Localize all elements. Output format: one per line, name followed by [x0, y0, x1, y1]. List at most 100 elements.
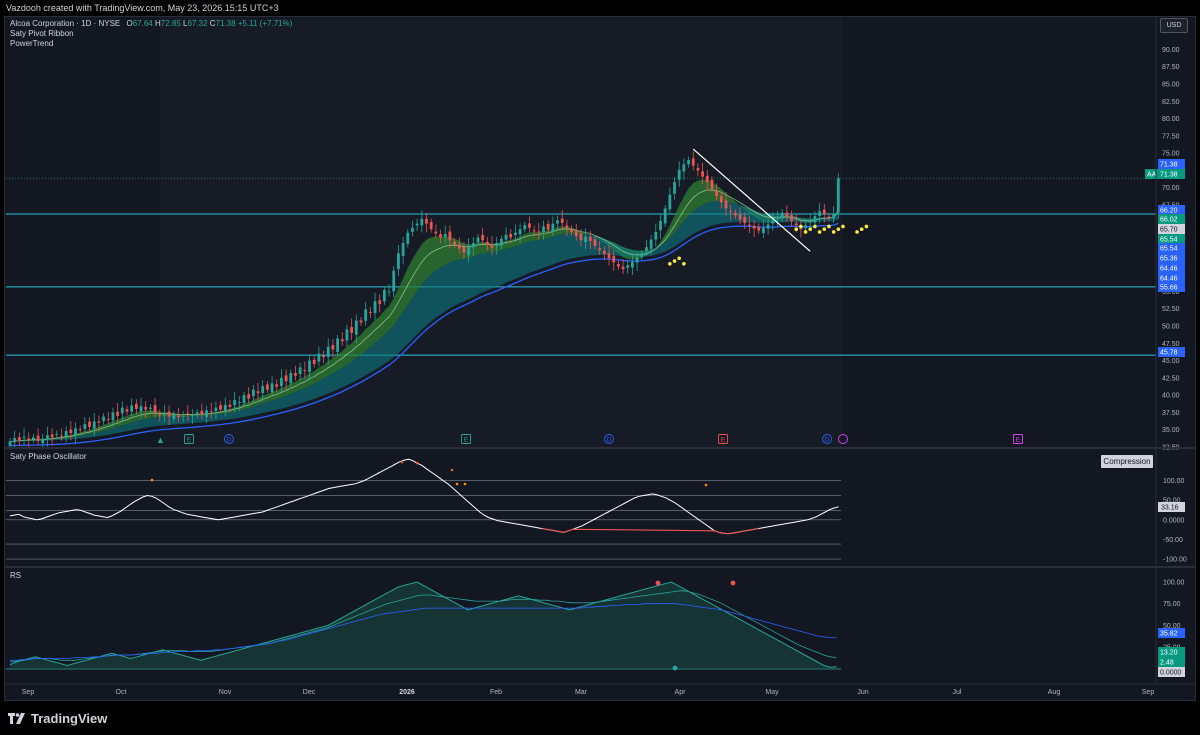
candle-body — [584, 236, 588, 242]
candle-body — [177, 415, 180, 418]
price-tick-label: 82.50 — [1162, 99, 1180, 106]
candle-body — [354, 320, 358, 335]
candle-body — [233, 399, 237, 406]
legend-indicator-powertrend[interactable]: PowerTrend — [10, 39, 292, 49]
candle-body — [247, 394, 251, 399]
candle-body — [373, 301, 377, 314]
signal-dot — [672, 259, 677, 263]
candle-body — [92, 421, 96, 429]
candle-body — [822, 209, 826, 215]
candle-body — [490, 244, 494, 248]
candle-body — [284, 375, 288, 382]
price-label: 66.20 — [1160, 208, 1178, 215]
price-label: 65.54 — [1160, 246, 1178, 253]
price-label: 45.78 — [1160, 350, 1178, 357]
candle-body — [687, 160, 690, 165]
signal-dot — [855, 230, 859, 234]
candle-body — [415, 223, 419, 226]
svg-text:D: D — [825, 437, 830, 444]
candle-body — [280, 377, 283, 387]
candle-body — [471, 243, 475, 248]
tradingview-logo[interactable]: TradingView — [8, 711, 107, 726]
candle-body — [134, 403, 138, 409]
oscillator-value-label: 33.16 — [1161, 505, 1179, 512]
compression-badge: Compression — [1101, 455, 1153, 468]
candle-body — [36, 435, 40, 441]
currency-button[interactable]: USD — [1160, 18, 1188, 33]
candle-body — [209, 411, 213, 413]
price-label: 71.38 — [1160, 172, 1178, 179]
rs-tick-label: 75.00 — [1163, 601, 1181, 608]
signal-dot — [808, 227, 813, 232]
candle-body — [546, 223, 550, 230]
candle-body — [275, 384, 279, 387]
price-tick-label: 75.00 — [1162, 151, 1180, 158]
legend-indicator-ribbon[interactable]: Saty Pivot Ribbon — [10, 29, 292, 39]
time-tick-label: Nov — [219, 689, 232, 696]
signal-dot — [682, 261, 686, 266]
time-tick-label: Aug — [1048, 689, 1061, 696]
signal-dot — [831, 230, 836, 234]
candle-body — [673, 182, 676, 194]
tradingview-brand: TradingView — [31, 711, 108, 726]
candle-body — [621, 266, 625, 270]
candle-body — [186, 413, 190, 415]
candle-body — [542, 226, 545, 232]
candle-body — [317, 353, 321, 362]
legend-open: 67.64 — [132, 19, 153, 28]
candle-body — [766, 224, 770, 229]
candle-body — [743, 217, 747, 223]
candle-body — [579, 233, 583, 241]
candle-body — [733, 212, 737, 216]
candle-body — [836, 178, 840, 213]
candle-body — [265, 384, 269, 390]
signal-dot — [864, 224, 869, 229]
candle-body — [111, 412, 115, 421]
earnings-marker: E — [1013, 434, 1023, 444]
signal-dot — [841, 224, 845, 229]
candle-body — [270, 383, 274, 393]
candle-body — [46, 435, 49, 440]
chart-canvas[interactable]: 90.0087.5085.0082.5080.0077.5075.0072.50… — [0, 0, 1200, 735]
candle-body — [163, 413, 166, 416]
candle-body — [167, 411, 171, 417]
main-legend: Alcoa Corporation · 1D · NYSE O67.64 H72… — [10, 19, 292, 49]
candle-body — [78, 429, 82, 431]
candle-body — [289, 373, 293, 383]
time-tick-label: Apr — [675, 689, 687, 696]
candle-body — [17, 437, 21, 441]
candle-body — [607, 253, 611, 259]
candle-body — [350, 326, 354, 333]
candle-body — [813, 216, 817, 223]
candle-body — [551, 223, 555, 232]
candle-body — [537, 231, 541, 233]
candle-body — [205, 410, 208, 417]
price-tick-label: 37.50 — [1162, 410, 1180, 417]
candle-body — [719, 196, 723, 203]
candle-body — [790, 215, 793, 221]
candle-body — [200, 410, 204, 415]
legend-symbol: Alcoa Corporation · 1D · NYSE — [10, 19, 121, 28]
candle-body — [523, 225, 527, 230]
candle-body — [261, 386, 265, 394]
candle-body — [223, 404, 227, 412]
session-highlight — [160, 18, 842, 448]
candle-body — [429, 222, 433, 230]
candle-body — [771, 220, 775, 224]
signal-dot — [859, 227, 864, 232]
oscillator-signal-dot — [455, 482, 459, 486]
phase-oscillator-line — [9, 458, 839, 535]
candle-body — [738, 214, 742, 220]
candle-body — [158, 414, 162, 416]
svg-text:▲: ▲ — [156, 435, 165, 445]
candle-body — [294, 373, 297, 376]
candle-body — [794, 223, 798, 226]
candle-body — [748, 224, 751, 226]
time-tick-label: Jul — [953, 689, 962, 696]
price-label: 55.66 — [1160, 285, 1178, 292]
candle-body — [69, 429, 73, 434]
candle-body — [804, 225, 807, 229]
time-tick-label: Oct — [116, 689, 127, 696]
candle-body — [411, 227, 414, 232]
rs-signal-dot — [730, 580, 736, 586]
